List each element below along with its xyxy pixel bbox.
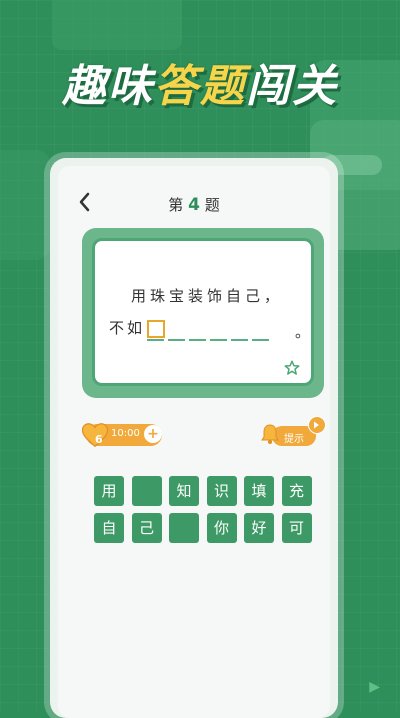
decor-shape (52, 0, 182, 50)
question-line-2: 不如 (109, 317, 166, 338)
decor-shape (0, 150, 50, 260)
question-suffix: 。 (295, 323, 311, 341)
screen-content: 第 4 题 用珠宝装饰自己， 不如 。 6 10:00 + 提示 用 知识填充自己… (58, 166, 330, 718)
headline-part: 趣味 (62, 61, 154, 112)
play-icon (308, 416, 326, 434)
choice-tile[interactable]: 知 (169, 476, 199, 506)
answer-blanks (147, 339, 273, 342)
choice-tile-empty[interactable] (169, 513, 199, 543)
hint-label: 提示 (284, 434, 304, 445)
answer-blank (210, 339, 227, 341)
promo-headline: 趣味答题闯关 (0, 50, 400, 114)
choice-tile[interactable]: 好 (244, 513, 274, 543)
answer-blank (231, 339, 248, 341)
lives-count: 6 (95, 433, 103, 446)
play-arrow-icon: ▶ (369, 679, 380, 695)
answer-blank (147, 339, 164, 341)
choice-tile[interactable]: 己 (131, 513, 162, 543)
answer-blank (168, 339, 185, 341)
answer-blank (252, 339, 269, 341)
choice-tile[interactable]: 用 (94, 476, 124, 506)
choice-tile[interactable]: 填 (244, 476, 274, 506)
title-prefix: 第 (168, 196, 184, 214)
answer-blank (189, 339, 206, 341)
bell-icon (261, 424, 279, 444)
play-triangle-svg (314, 421, 319, 429)
headline-part: 闯关 (246, 61, 338, 112)
level-number: 4 (188, 195, 200, 215)
phone-screen: 第 4 题 用珠宝装饰自己， 不如 。 6 10:00 + 提示 用 知识填充自己… (50, 158, 338, 718)
choice-tile[interactable]: 自 (94, 513, 124, 543)
choice-tile[interactable]: 可 (281, 513, 312, 543)
page-title: 第 4 题 (58, 194, 330, 215)
title-suffix: 题 (204, 196, 220, 214)
timer-value: 10:00 (111, 428, 140, 439)
question-board: 用珠宝装饰自己， 不如 。 (92, 238, 314, 386)
headline-highlight: 答题 (154, 61, 246, 112)
question-prefix: 不如 (109, 319, 146, 337)
question-line-1: 用珠宝装饰自己， (131, 287, 284, 305)
choice-tile[interactable]: 识 (206, 476, 237, 506)
choice-tile[interactable]: 你 (206, 513, 237, 543)
add-time-button[interactable]: + (144, 425, 162, 443)
answer-slot-active[interactable] (147, 319, 166, 338)
hint-button[interactable]: 提示 (258, 416, 326, 446)
choice-tile-empty[interactable] (131, 476, 162, 506)
star-icon[interactable] (283, 359, 301, 377)
choice-tile[interactable]: 充 (281, 476, 312, 506)
